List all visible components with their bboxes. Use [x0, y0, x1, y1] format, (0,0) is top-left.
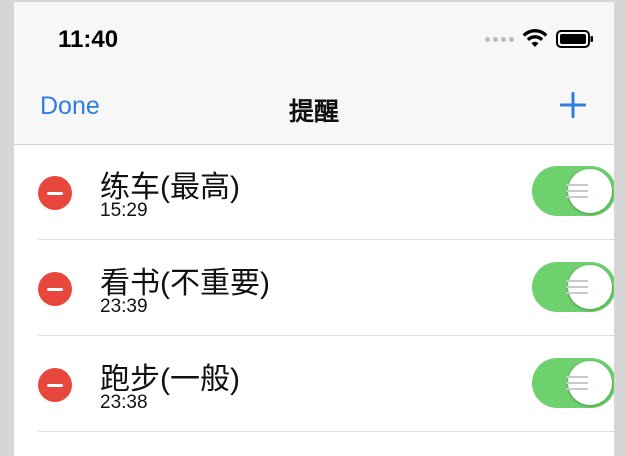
phone-screen: 11:40 Done 提醒 练车(最高) 15:29 看书(不重要) 23:39…	[14, 2, 614, 456]
drag-handle-icon[interactable]	[566, 280, 588, 294]
reminder-time: 15:29	[100, 200, 148, 221]
status-time: 11:40	[58, 26, 119, 53]
enable-toggle[interactable]	[532, 358, 614, 408]
signal-icon	[485, 28, 514, 50]
delete-icon[interactable]	[38, 272, 72, 306]
list-item[interactable]: 看书(不重要) 23:39	[14, 240, 614, 336]
drag-handle-icon[interactable]	[566, 376, 588, 390]
top-bar: 11:40 Done 提醒	[14, 2, 614, 145]
reminder-time: 23:38	[100, 392, 148, 413]
list-item[interactable]: 练车(最高) 15:29	[14, 144, 614, 240]
enable-toggle[interactable]	[532, 166, 614, 216]
delete-icon[interactable]	[38, 368, 72, 402]
status-icons	[485, 28, 594, 50]
wifi-icon	[522, 29, 548, 47]
enable-toggle[interactable]	[532, 262, 614, 312]
list-item[interactable]: 跑步(一般) 23:38	[14, 336, 614, 432]
delete-icon[interactable]	[38, 176, 72, 210]
page-title: 提醒	[288, 98, 339, 126]
battery-icon	[556, 30, 593, 48]
add-icon[interactable]	[558, 90, 588, 120]
reminder-time: 23:39	[100, 296, 148, 317]
drag-handle-icon[interactable]	[566, 184, 588, 198]
